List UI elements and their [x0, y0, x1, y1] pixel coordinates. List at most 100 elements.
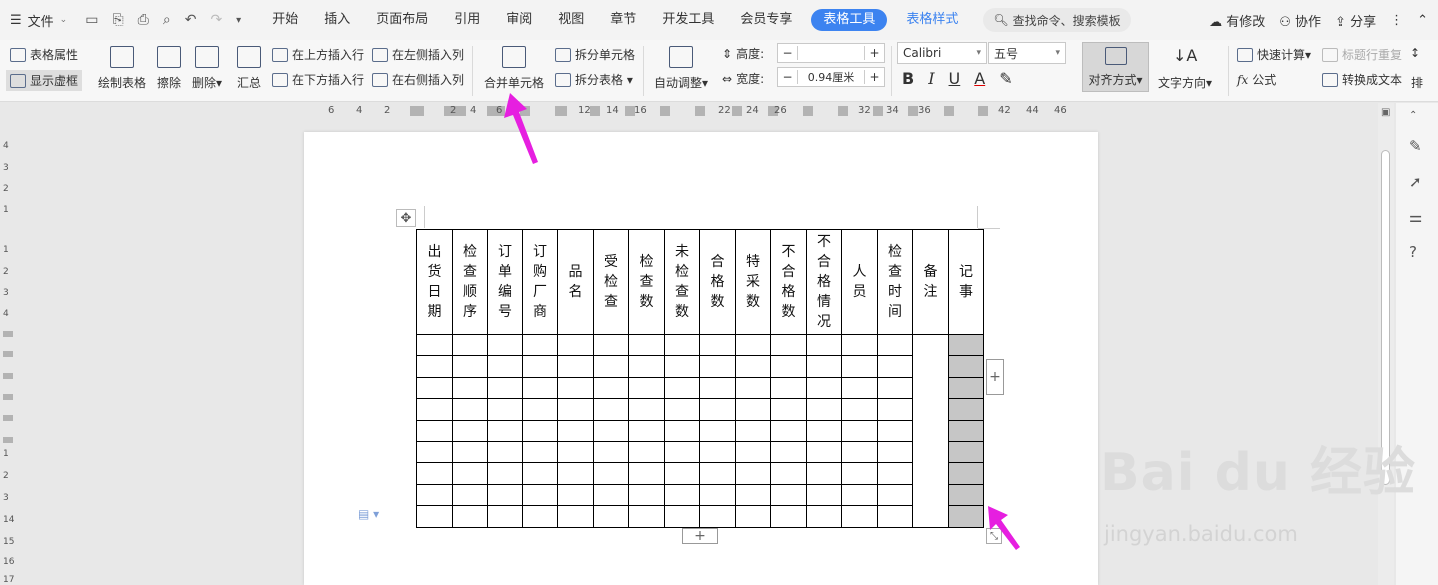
show-grid-button[interactable]: 显示虚框	[6, 70, 83, 91]
table-cell[interactable]	[416, 398, 453, 421]
table-cell[interactable]	[806, 376, 842, 400]
table-cell[interactable]	[806, 483, 842, 507]
pen-icon[interactable]: ✎	[1409, 137, 1422, 155]
increase-width-button[interactable]: +	[864, 70, 884, 84]
add-row-button[interactable]: +	[682, 528, 718, 544]
table-cell[interactable]	[557, 419, 594, 442]
table-cell[interactable]	[877, 440, 913, 464]
table-cell[interactable]	[557, 333, 594, 357]
ruler-row-marker[interactable]	[3, 394, 13, 400]
font-color-icon[interactable]: A	[974, 69, 985, 88]
table-cell[interactable]	[735, 505, 771, 528]
table-properties-button[interactable]: 表格属性	[10, 46, 78, 63]
document-options-icon[interactable]: ▤ ▾	[358, 507, 379, 521]
table-cell[interactable]	[593, 419, 629, 442]
table-cell[interactable]	[735, 398, 771, 421]
table-cell[interactable]	[664, 419, 700, 442]
table-cell[interactable]	[806, 505, 842, 528]
draw-table-button[interactable]: 绘制表格	[98, 46, 146, 91]
table-cell[interactable]	[735, 440, 771, 464]
table-cell[interactable]	[452, 440, 488, 464]
table-cell[interactable]	[487, 333, 523, 357]
highlight-icon[interactable]: ✎	[999, 69, 1012, 88]
tab-developer[interactable]: 开发工具	[649, 0, 727, 40]
ruler-column-marker[interactable]	[838, 106, 848, 116]
table-cell[interactable]	[452, 398, 488, 421]
table-cell[interactable]	[699, 333, 736, 357]
table-cell[interactable]	[806, 440, 842, 464]
table-cell[interactable]	[770, 376, 807, 400]
table-cell[interactable]	[841, 505, 878, 528]
table-cell[interactable]	[699, 355, 736, 378]
ruler-row-marker[interactable]	[3, 415, 13, 421]
table-cell[interactable]	[912, 334, 949, 528]
table-cell[interactable]	[806, 398, 842, 421]
table-cell[interactable]	[557, 483, 594, 507]
tab-references[interactable]: 引用	[441, 0, 493, 40]
table-cell[interactable]	[593, 376, 629, 400]
table-cell[interactable]	[557, 462, 594, 485]
table-cell[interactable]	[877, 355, 913, 378]
split-cells-button[interactable]: 拆分单元格	[555, 46, 635, 63]
table-cell[interactable]	[841, 483, 878, 507]
decrease-height-button[interactable]: −	[778, 46, 798, 60]
table-cell[interactable]	[593, 440, 629, 464]
height-stepper[interactable]: − +	[777, 43, 885, 63]
table-row[interactable]	[416, 355, 984, 378]
table-cell[interactable]	[452, 333, 488, 357]
table-cell[interactable]	[806, 419, 842, 442]
tab-review[interactable]: 审阅	[493, 0, 545, 40]
undo-icon[interactable]: ↶	[185, 12, 197, 28]
table-cell[interactable]	[557, 376, 594, 400]
print-icon[interactable]: ⎙	[138, 12, 149, 28]
table-header-cell[interactable]: 订单编号	[487, 229, 523, 335]
table-header-cell[interactable]: 未检查数	[664, 229, 700, 335]
italic-icon[interactable]: I	[928, 69, 934, 88]
table-cell[interactable]	[664, 505, 700, 528]
table-cell[interactable]	[557, 440, 594, 464]
merge-cells-button[interactable]: 合并单元格	[484, 46, 544, 91]
table-cell[interactable]	[664, 440, 700, 464]
table-cell[interactable]	[841, 333, 878, 357]
sort-button[interactable]: ↕ 排	[1410, 46, 1424, 91]
table-cell[interactable]	[948, 333, 984, 357]
table-cell[interactable]	[628, 419, 665, 442]
tab-insert[interactable]: 插入	[311, 0, 363, 40]
font-name-select[interactable]: Calibri ▾	[897, 42, 987, 64]
table-cell[interactable]	[628, 376, 665, 400]
customize-icon[interactable]: ▾	[236, 15, 241, 26]
table-row[interactable]	[416, 333, 984, 528]
share-button[interactable]: ⇪ 分享	[1335, 11, 1376, 30]
tab-table-style[interactable]: 表格样式	[893, 0, 971, 40]
decrease-width-button[interactable]: −	[778, 70, 798, 84]
table-header-cell[interactable]: 不合格数	[770, 229, 807, 335]
table-cell[interactable]	[948, 398, 984, 421]
table-cell[interactable]	[699, 419, 736, 442]
table-cell[interactable]	[628, 440, 665, 464]
table-header-cell[interactable]: 订购厂商	[522, 229, 558, 335]
table-cell[interactable]	[522, 505, 558, 528]
table-header-cell[interactable]: 出货日期	[416, 229, 453, 335]
table-cell[interactable]	[522, 483, 558, 507]
table-cell[interactable]	[806, 355, 842, 378]
formula-button[interactable]: fx 公式	[1237, 71, 1276, 88]
tab-section[interactable]: 章节	[597, 0, 649, 40]
table-header-cell[interactable]: 检查顺序	[452, 229, 488, 335]
table-cell[interactable]	[841, 376, 878, 400]
table-header-cell[interactable]: 记事	[948, 229, 984, 335]
table-cell[interactable]	[522, 355, 558, 378]
table-cell[interactable]	[948, 376, 984, 400]
insert-row-above-button[interactable]: 在上方插入行	[272, 46, 364, 63]
table-cell[interactable]	[699, 462, 736, 485]
table-cell[interactable]	[735, 333, 771, 357]
table-row[interactable]	[416, 505, 984, 528]
table-cell[interactable]	[416, 483, 453, 507]
table-cell[interactable]	[699, 505, 736, 528]
table-cell[interactable]	[522, 398, 558, 421]
table-cell[interactable]	[735, 483, 771, 507]
ruler-column-marker[interactable]	[978, 106, 988, 116]
align-button[interactable]: 对齐方式▾	[1082, 42, 1149, 92]
more-icon[interactable]: ⋮	[1390, 13, 1403, 28]
auto-fit-button[interactable]: 自动调整▾	[654, 46, 708, 91]
table-cell[interactable]	[522, 333, 558, 357]
